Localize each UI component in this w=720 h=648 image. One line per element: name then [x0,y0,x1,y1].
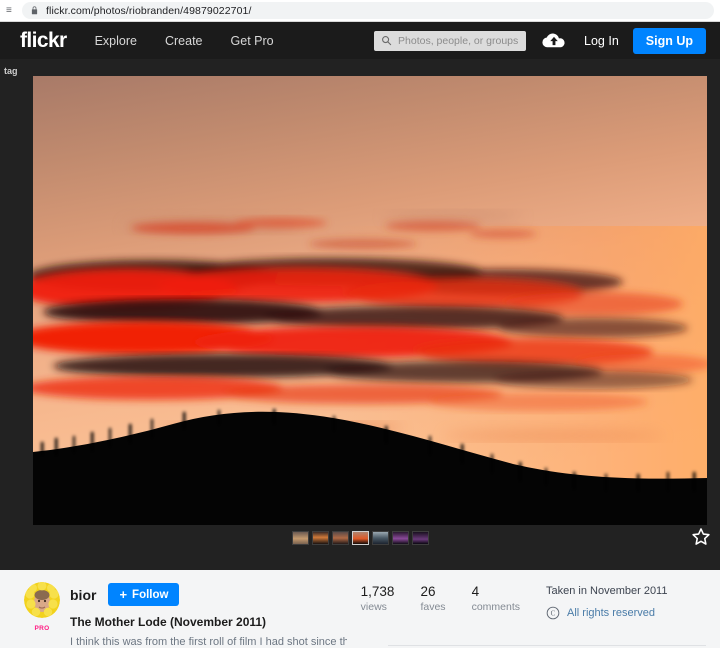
site-header: flickr Explore Create Get Pro Log In Sig… [0,22,720,59]
thumbnail-1[interactable] [291,531,309,545]
browser-toolbar: ≡ flickr.com/photos/riobranden/498790227… [0,0,720,22]
flickr-logo[interactable]: flickr [20,29,67,53]
follow-button-label: Follow [132,588,169,601]
login-link[interactable]: Log In [584,34,619,48]
tab-strip-edge[interactable]: ≡ [6,4,14,18]
stat-views: 1,738 views [361,584,395,648]
thumbnail-4[interactable] [351,531,369,545]
address-bar[interactable]: flickr.com/photos/riobranden/49879022701… [22,2,714,19]
tag-label[interactable]: tag [4,66,18,76]
thumbnail-7[interactable] [411,531,429,545]
photo-description: I think this was from the first roll of … [70,636,347,648]
pro-badge: PRO [34,625,50,632]
rights-link[interactable]: All rights reserved [567,607,655,619]
search-icon [382,36,392,46]
rights-column: Taken in November 2011 C All rights rese… [546,582,706,648]
photo-meta-column: bior + Follow The Mother Lode (November … [70,582,347,648]
thumbnail-2[interactable] [311,531,329,545]
stat-comments: 4 comments [472,584,520,648]
follow-button[interactable]: + Follow [108,583,180,606]
faves-label: faves [420,601,446,613]
thumbnail-6[interactable] [391,531,409,545]
photo-stats: 1,738 views 26 faves 4 comments [361,582,546,648]
photo-title: The Mother Lode (November 2011) [70,615,267,629]
info-divider [388,645,706,646]
rights-row: C All rights reserved [546,606,706,620]
comments-count: 4 [471,584,480,599]
thumbnail-5[interactable] [371,531,389,545]
svg-text:C: C [551,610,556,618]
owner-row: bior + Follow [70,583,347,606]
search-input[interactable] [398,34,520,47]
url-text: flickr.com/photos/riobranden/49879022701… [46,4,252,17]
views-label: views [360,601,387,613]
favorite-star-icon[interactable] [690,526,712,548]
copyright-icon: C [546,606,560,620]
views-count: 1,738 [360,584,395,599]
nav-create[interactable]: Create [165,34,203,48]
nav-get-pro[interactable]: Get Pro [231,34,274,48]
stat-faves: 26 faves [420,584,445,648]
avatar[interactable] [24,582,60,618]
owner-name[interactable]: bior [70,587,96,603]
signup-button[interactable]: Sign Up [632,27,706,54]
sunset-photograph [33,76,707,525]
photo-stage: tag [0,59,720,570]
thumbnail-strip[interactable] [0,531,720,545]
comments-label: comments [471,601,520,613]
search-box[interactable] [374,30,527,51]
photo-info-panel: PRO bior + Follow The Mother Lode (Novem… [0,570,720,648]
main-photo[interactable] [33,76,707,525]
faves-count: 26 [420,584,436,599]
taken-date: Taken in November 2011 [546,585,668,597]
owner-avatar-column: PRO [14,582,70,648]
nav-explore[interactable]: Explore [95,34,137,48]
lock-icon [31,6,38,15]
thumbnail-3[interactable] [331,531,349,545]
plus-icon: + [119,587,128,602]
upload-cloud-icon[interactable] [542,32,566,49]
